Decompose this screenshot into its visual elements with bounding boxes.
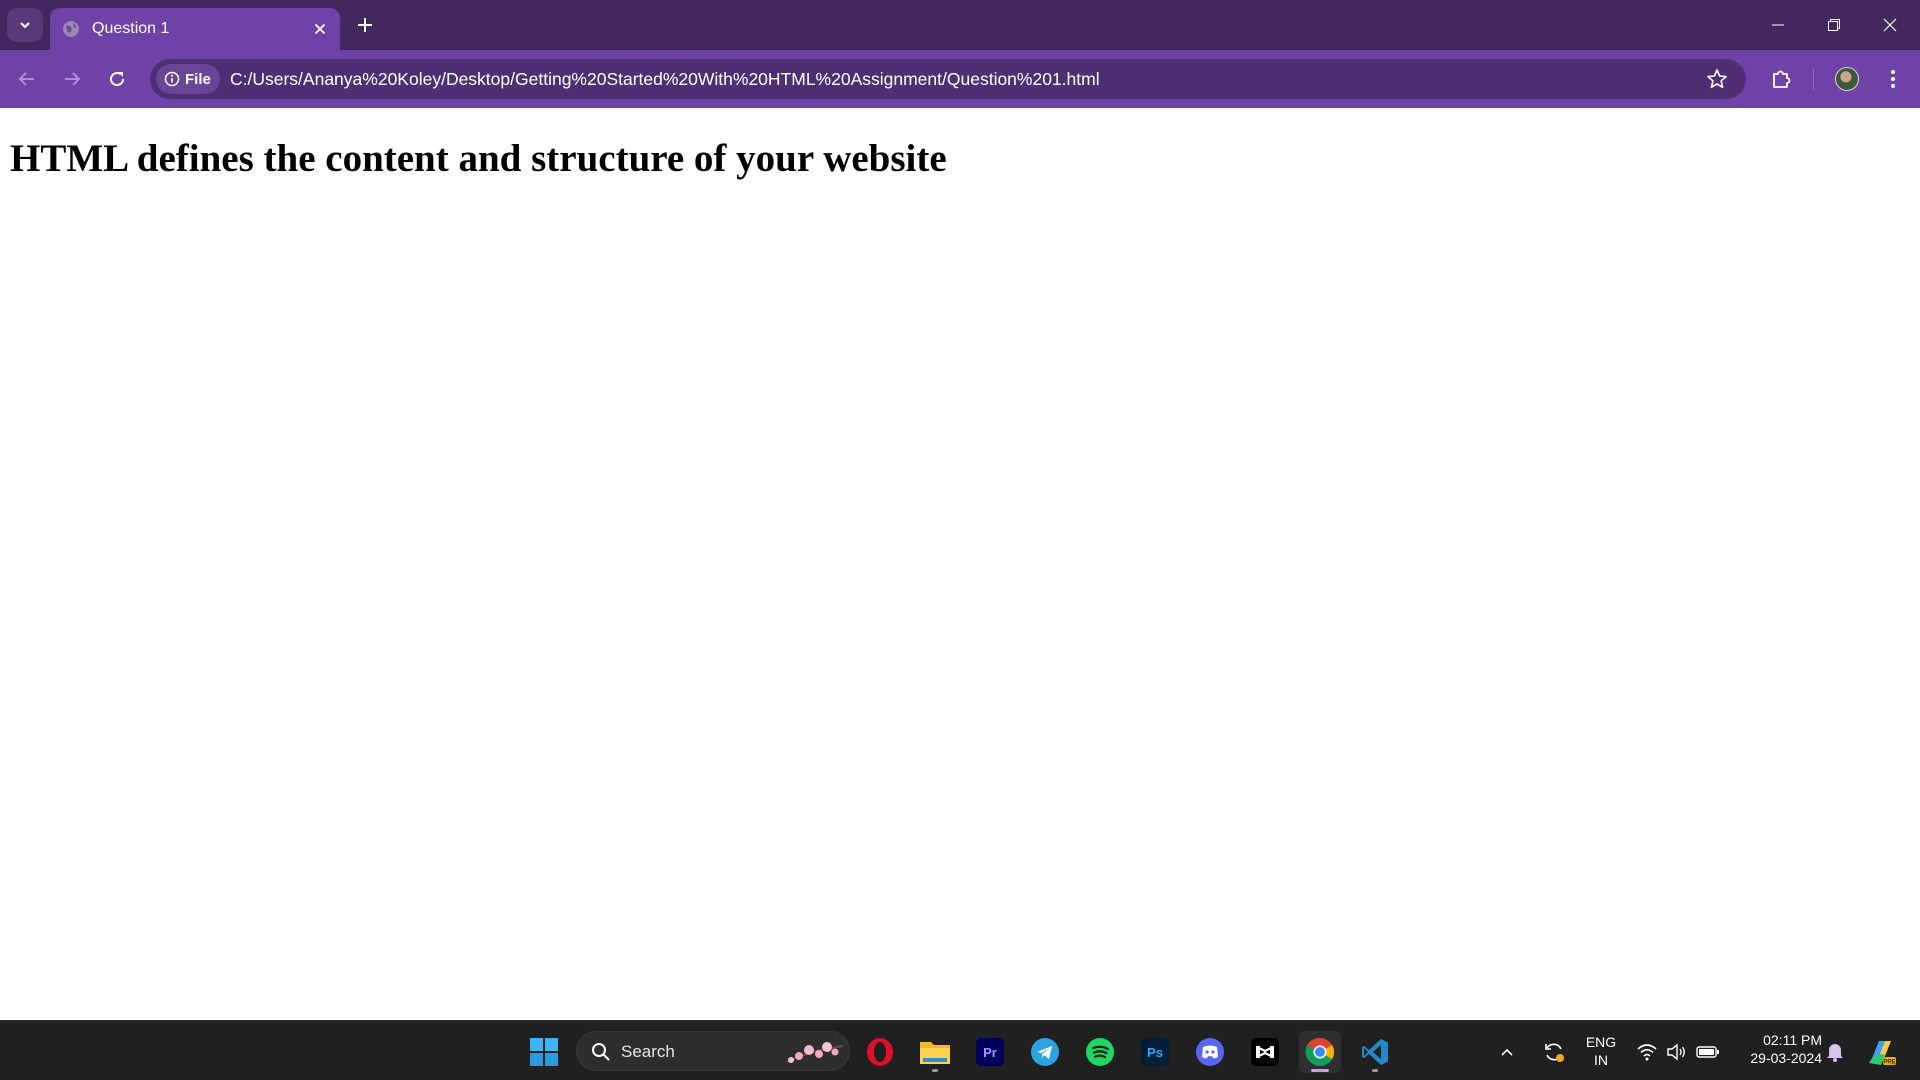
- avatar: [1835, 67, 1859, 91]
- start-button[interactable]: [523, 1031, 565, 1073]
- chrome-icon: [1305, 1037, 1334, 1066]
- discord-icon: [1196, 1038, 1224, 1066]
- plus-icon: [358, 18, 372, 32]
- photoshop-icon: Ps: [1141, 1038, 1169, 1066]
- taskbar-telegram[interactable]: [1024, 1031, 1066, 1073]
- new-tab-button[interactable]: [352, 12, 378, 38]
- clock-date: 29-03-2024: [1750, 1050, 1822, 1066]
- capcut-icon: [1251, 1038, 1279, 1066]
- reload-icon: [110, 72, 125, 87]
- taskbar-opera[interactable]: [859, 1031, 901, 1073]
- tab-search-button[interactable]: [7, 8, 43, 42]
- chevron-down-icon: [20, 22, 30, 29]
- taskbar-photoshop[interactable]: Ps: [1134, 1031, 1176, 1073]
- arrow-left-icon: [18, 72, 34, 86]
- sync-status-button[interactable]: [1538, 1031, 1570, 1073]
- bookmark-star-icon[interactable]: [1706, 68, 1728, 90]
- language-code: ENG: [1585, 1034, 1617, 1050]
- taskbar-capcut[interactable]: [1244, 1031, 1286, 1073]
- clock-time: 02:11 PM: [1763, 1032, 1822, 1048]
- tab-question-1[interactable]: Question 1: [50, 8, 340, 50]
- chevron-up-icon: [1501, 1048, 1513, 1056]
- close-window-button[interactable]: [1862, 0, 1918, 50]
- profile-button[interactable]: [1830, 62, 1864, 96]
- close-icon: [314, 23, 326, 35]
- kebab-menu-icon: [1891, 70, 1895, 88]
- battery-icon: [1696, 1046, 1719, 1058]
- search-label: Search: [621, 1042, 675, 1061]
- show-hidden-icons-button[interactable]: [1492, 1031, 1522, 1073]
- copilot-icon: PRE: [1869, 1041, 1896, 1066]
- taskbar-discord[interactable]: [1189, 1031, 1231, 1073]
- telegram-icon: [1031, 1038, 1059, 1066]
- close-icon: [1883, 18, 1897, 32]
- back-button[interactable]: [10, 62, 44, 96]
- wifi-icon: [1637, 1044, 1657, 1061]
- taskbar-search[interactable]: Search: [576, 1031, 850, 1071]
- folder-icon: [920, 1042, 950, 1064]
- taskbar-chrome[interactable]: [1299, 1031, 1341, 1073]
- svg-text:PRE: PRE: [1883, 1060, 1895, 1066]
- taskbar-file-explorer[interactable]: [914, 1031, 956, 1073]
- tab-title: Question 1: [92, 20, 170, 37]
- page-heading: HTML defines the content and structure o…: [10, 137, 947, 180]
- menu-button[interactable]: [1876, 62, 1910, 96]
- reload-button[interactable]: [100, 62, 134, 96]
- minimize-button[interactable]: [1750, 0, 1806, 50]
- language-indicator[interactable]: ENG IN: [1576, 1033, 1626, 1069]
- address-url[interactable]: C:/Users/Ananya%20Koley/Desktop/Getting%…: [230, 69, 1100, 90]
- notifications-button[interactable]: [1820, 1031, 1850, 1073]
- info-icon: [164, 71, 180, 87]
- windows-logo-icon: [530, 1038, 558, 1066]
- globe-icon: [63, 21, 79, 37]
- browser-toolbar: File C:/Users/Ananya%20Koley/Desktop/Get…: [0, 50, 1920, 108]
- taskbar-vscode[interactable]: [1354, 1031, 1396, 1073]
- sync-icon: [1545, 1043, 1564, 1062]
- volume-icon: [1667, 1043, 1685, 1061]
- site-info-label: File: [185, 70, 211, 88]
- running-indicator: [932, 1069, 938, 1072]
- running-indicator: [1372, 1069, 1378, 1072]
- opera-icon: [867, 1038, 893, 1066]
- toolbar-divider: [1813, 68, 1814, 90]
- search-icon: [592, 1043, 610, 1061]
- tab-strip: Question 1: [0, 0, 1920, 50]
- premiere-pro-icon: Pr: [976, 1038, 1004, 1066]
- minimize-icon: [1772, 24, 1784, 26]
- svg-text:Ps: Ps: [1147, 1045, 1163, 1060]
- tab-close-button[interactable]: [312, 21, 328, 37]
- restore-button[interactable]: [1806, 0, 1862, 50]
- cherry-blossom-icon: [786, 1042, 844, 1063]
- forward-button[interactable]: [55, 62, 89, 96]
- spotify-icon: [1086, 1038, 1114, 1066]
- restore-icon: [1828, 19, 1840, 31]
- arrow-right-icon: [65, 72, 81, 86]
- taskbar: Search Pr Ps ENG IN 02:11 PM 29-03-2024 …: [0, 1020, 1920, 1080]
- page-viewport: HTML defines the content and structure o…: [0, 108, 1920, 1020]
- active-indicator: [1311, 1069, 1329, 1072]
- extensions-button[interactable]: [1764, 62, 1798, 96]
- region-code: IN: [1594, 1052, 1608, 1068]
- site-info-chip[interactable]: File: [156, 64, 220, 94]
- vscode-icon: [1362, 1039, 1388, 1065]
- address-bar[interactable]: File C:/Users/Ananya%20Koley/Desktop/Get…: [150, 59, 1746, 99]
- copilot-button[interactable]: PRE: [1860, 1031, 1902, 1073]
- bell-icon: [1827, 1044, 1843, 1062]
- svg-text:Pr: Pr: [983, 1045, 997, 1060]
- puzzle-icon: [1773, 70, 1791, 88]
- clock[interactable]: 02:11 PM 29-03-2024: [1732, 1031, 1822, 1067]
- taskbar-premiere-pro[interactable]: Pr: [969, 1031, 1011, 1073]
- taskbar-spotify[interactable]: [1079, 1031, 1121, 1073]
- quick-settings-button[interactable]: [1630, 1031, 1726, 1073]
